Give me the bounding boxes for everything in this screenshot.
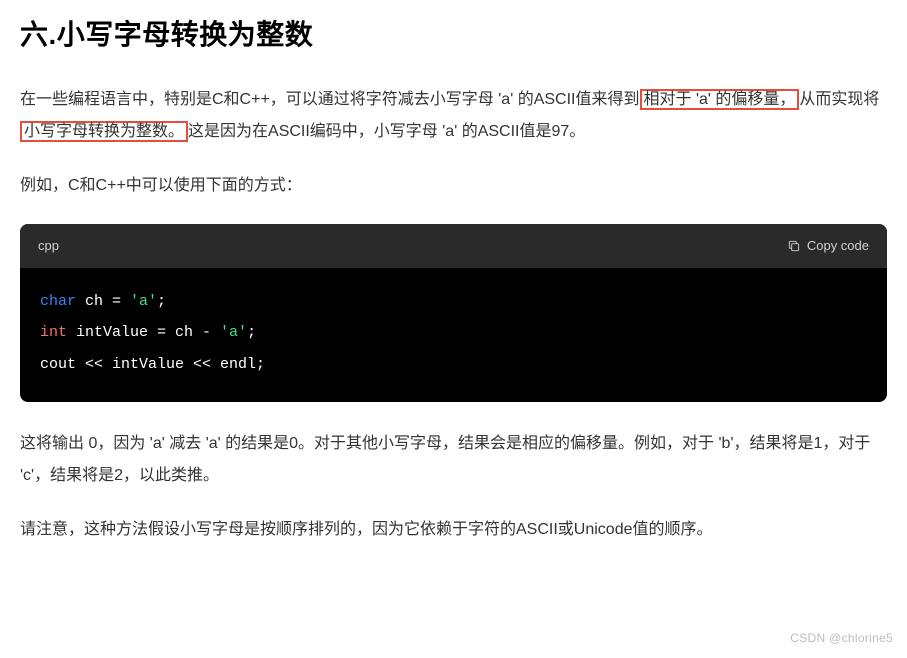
intro-paragraph: 在一些编程语言中，特别是C和C++，可以通过将字符减去小写字母 'a' 的ASC… bbox=[20, 84, 887, 148]
code-string-a1: 'a' bbox=[130, 293, 157, 310]
para1-text3: 这是因为在ASCII编码中，小写字母 'a' 的ASCII值是97。 bbox=[188, 123, 585, 140]
code-line3: cout << intValue << endl; bbox=[40, 356, 265, 373]
output-explanation: 这将输出 0，因为 'a' 减去 'a' 的结果是0。对于其他小写字母，结果会是… bbox=[20, 428, 887, 492]
code-block: cpp Copy code char ch = 'a'; int intValu… bbox=[20, 224, 887, 402]
code-line1-rest: ch = bbox=[76, 293, 130, 310]
para1-text1: 在一些编程语言中，特别是C和C++，可以通过将字符减去小写字母 'a' 的ASC… bbox=[20, 91, 640, 108]
watermark: CSDN @chlorine5 bbox=[790, 628, 893, 650]
code-keyword-int: int bbox=[40, 324, 67, 341]
code-header: cpp Copy code bbox=[20, 224, 887, 267]
note-paragraph: 请注意，这种方法假设小写字母是按顺序排列的，因为它依赖于字符的ASCII或Uni… bbox=[20, 514, 887, 546]
example-intro: 例如，C和C++中可以使用下面的方式： bbox=[20, 170, 887, 202]
copy-icon bbox=[787, 239, 801, 253]
code-language-label: cpp bbox=[38, 234, 59, 257]
code-line2-rest: intValue = ch - bbox=[67, 324, 220, 341]
code-body: char ch = 'a'; int intValue = ch - 'a'; … bbox=[20, 268, 887, 403]
highlight-offset: 相对于 'a' 的偏移量， bbox=[640, 89, 800, 110]
highlight-convert: 小写字母转换为整数。 bbox=[20, 121, 188, 142]
copy-code-label: Copy code bbox=[807, 234, 869, 257]
code-line2-end: ; bbox=[247, 324, 256, 341]
para1-text2: 从而实现将 bbox=[799, 91, 879, 108]
code-keyword-char: char bbox=[40, 293, 76, 310]
page-title: 六.小写字母转换为整数 bbox=[20, 10, 887, 60]
copy-code-button[interactable]: Copy code bbox=[787, 234, 869, 257]
code-line1-end: ; bbox=[157, 293, 166, 310]
code-string-a2: 'a' bbox=[220, 324, 247, 341]
